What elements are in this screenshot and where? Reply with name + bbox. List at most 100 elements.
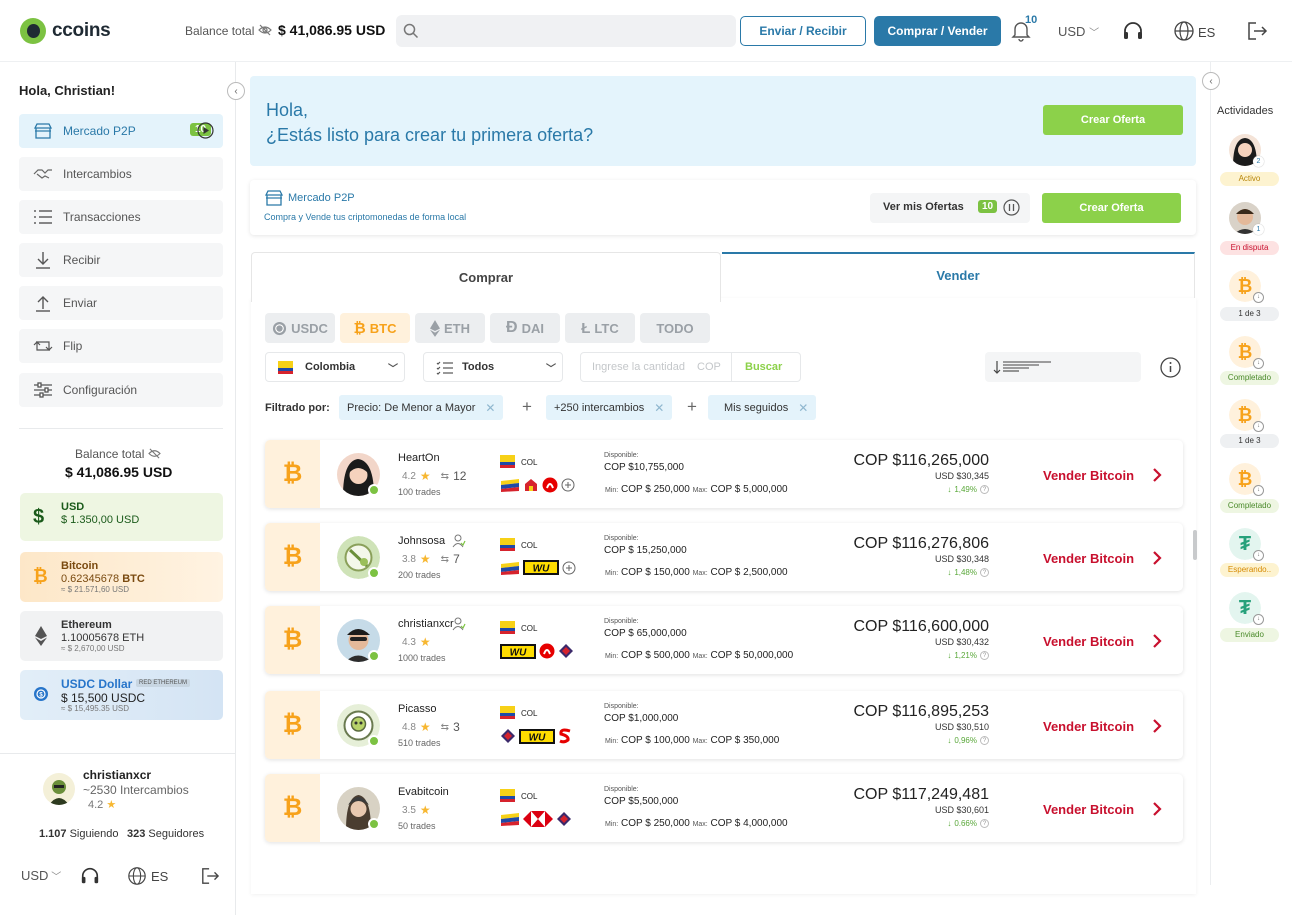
- rail-collapse-button[interactable]: ‹: [1202, 72, 1220, 90]
- search-input[interactable]: [396, 15, 736, 47]
- offer-row[interactable]: ₿ Picasso 4.8 ★ ⇆ 3 510 trades COL WU Dispo…: [265, 691, 1183, 759]
- globe-icon[interactable]: [1173, 20, 1195, 42]
- filtered-by-label: Filtrado por:: [265, 402, 330, 414]
- sidebar-item-settings[interactable]: Configuración: [19, 373, 223, 407]
- headset-icon[interactable]: [1122, 20, 1144, 42]
- plus-circle-icon[interactable]: [562, 561, 576, 575]
- wallet-usd[interactable]: $ USD $ 1.350,00 USD: [20, 493, 223, 541]
- sidebar-item-transactions[interactable]: Transacciones: [19, 200, 223, 234]
- sort-select[interactable]: [985, 352, 1141, 382]
- close-icon[interactable]: ✕: [798, 401, 808, 415]
- avatar[interactable]: [43, 773, 75, 805]
- close-icon[interactable]: ✕: [485, 401, 495, 415]
- filter-chip-following[interactable]: Mis seguidos ✕: [708, 395, 817, 420]
- chevron-right-icon[interactable]: [1151, 550, 1163, 566]
- close-icon[interactable]: ✕: [654, 401, 664, 415]
- sell-bitcoin-button[interactable]: Vender Bitcoin: [1043, 551, 1134, 566]
- activity-status[interactable]: Completado: [1220, 499, 1279, 513]
- offer-user-name[interactable]: HeartOn: [398, 452, 440, 464]
- headset-icon[interactable]: [80, 866, 100, 886]
- chevron-right-icon[interactable]: [1151, 467, 1163, 483]
- coin-tab-all[interactable]: TODO: [640, 313, 710, 343]
- user-name[interactable]: christianxcr: [83, 768, 151, 782]
- offer-row[interactable]: ₿ Johnsosa 3.8 ★ ⇆ 7 200 trades COL WU Disp…: [265, 523, 1183, 591]
- scrollbar[interactable]: [1193, 530, 1197, 560]
- country-value: Colombia: [305, 361, 356, 373]
- sidebar-collapse-button[interactable]: ‹: [227, 82, 245, 100]
- my-offers-badge: 10: [978, 200, 998, 213]
- plus-icon[interactable]: +: [522, 397, 532, 417]
- activity-status[interactable]: Esperando..: [1220, 563, 1279, 577]
- play-icon[interactable]: [197, 122, 214, 139]
- coin-tab-eth[interactable]: ETH: [415, 313, 485, 343]
- logout-icon[interactable]: [200, 867, 220, 885]
- logout-icon[interactable]: [1246, 21, 1268, 41]
- offer-user-name[interactable]: Picasso: [398, 703, 437, 715]
- plus-icon[interactable]: +: [687, 397, 697, 417]
- sell-bitcoin-button[interactable]: Vender Bitcoin: [1043, 468, 1134, 483]
- eye-off-icon[interactable]: [148, 448, 161, 459]
- language-label[interactable]: ES: [151, 869, 168, 884]
- plus-circle-icon[interactable]: [561, 478, 575, 492]
- wallet-usdc[interactable]: $ USDC Dollar RED ETHEREUM $ 15,500 USDC…: [20, 670, 223, 720]
- chevron-right-icon[interactable]: [1151, 801, 1163, 817]
- following-label[interactable]: Siguiendo: [70, 828, 119, 840]
- chevron-right-icon[interactable]: [1151, 718, 1163, 734]
- globe-icon[interactable]: [127, 866, 147, 886]
- help-icon[interactable]: ?: [980, 568, 989, 577]
- language-label[interactable]: ES: [1198, 25, 1215, 40]
- offer-available: COP $5,500,000: [604, 796, 679, 807]
- currency-selector[interactable]: USD ﹀: [21, 868, 61, 883]
- sidebar-item-p2p-market[interactable]: Mercado P2P 10: [19, 114, 223, 148]
- tab-sell[interactable]: Vender: [722, 252, 1195, 298]
- offer-user-name[interactable]: christianxcr: [398, 618, 454, 630]
- activity-status[interactable]: 1 de 3: [1220, 307, 1279, 321]
- coin-tab-btc[interactable]: ₿ BTC: [340, 313, 410, 343]
- help-icon[interactable]: ?: [980, 819, 989, 828]
- sell-bitcoin-button[interactable]: Vender Bitcoin: [1043, 634, 1134, 649]
- help-icon[interactable]: ?: [980, 485, 989, 494]
- buy-sell-button[interactable]: Comprar / Vender: [874, 16, 1001, 46]
- activity-status[interactable]: Enviado: [1220, 628, 1279, 642]
- chevron-down-icon: ﹀: [1089, 28, 1100, 39]
- offer-row[interactable]: ₿ Evabitcoin 3.5 ★ 50 trades COL Disponib…: [265, 774, 1183, 842]
- info-icon[interactable]: [1160, 357, 1181, 378]
- currency-selector[interactable]: USD ﹀: [1058, 24, 1099, 39]
- sidebar-item-exchanges[interactable]: Intercambios: [19, 157, 223, 191]
- eye-off-icon[interactable]: [258, 24, 272, 36]
- offer-row[interactable]: ₿ HeartOn 4.2 ★ ⇆ 12 100 trades COL Disponi…: [265, 440, 1183, 508]
- sell-bitcoin-button[interactable]: Vender Bitcoin: [1043, 719, 1134, 734]
- chevron-right-icon[interactable]: [1151, 633, 1163, 649]
- activity-status[interactable]: 1 de 3: [1220, 434, 1279, 448]
- sidebar-item-flip[interactable]: Flip: [19, 329, 223, 363]
- help-icon[interactable]: ?: [980, 736, 989, 745]
- sidebar-item-receive[interactable]: Recibir: [19, 243, 223, 277]
- search-button[interactable]: Buscar: [745, 361, 782, 373]
- help-icon[interactable]: ?: [980, 651, 989, 660]
- sell-bitcoin-button[interactable]: Vender Bitcoin: [1043, 802, 1134, 817]
- activity-status[interactable]: En disputa: [1220, 241, 1279, 255]
- coin-tab-usdc[interactable]: USDC: [265, 313, 335, 343]
- coin-tab-dai[interactable]: Ð DAI: [490, 313, 560, 343]
- filter-chip-exchanges[interactable]: +250 intercambios ✕: [546, 395, 673, 420]
- activity-status[interactable]: Activo: [1220, 172, 1279, 186]
- pause-icon[interactable]: [1003, 199, 1020, 216]
- online-indicator: [368, 567, 380, 579]
- sidebar-item-send[interactable]: Enviar: [19, 286, 223, 320]
- tab-buy[interactable]: Comprar: [251, 252, 721, 302]
- country-select[interactable]: Colombia ﹀: [265, 352, 405, 382]
- send-receive-button[interactable]: Enviar / Recibir: [740, 16, 866, 46]
- filter-chip-price[interactable]: Precio: De Menor a Mayor ✕: [339, 395, 504, 420]
- offer-user-name[interactable]: Johnsosa: [398, 535, 445, 547]
- logo[interactable]: ccoins: [20, 18, 111, 44]
- followers-label[interactable]: Seguidores: [148, 828, 204, 840]
- offer-row[interactable]: ₿ christianxcr 4.3 ★ 1000 trades COL WU D…: [265, 606, 1183, 674]
- wallet-bitcoin[interactable]: ₿ Bitcoin 0.62345678 BTC ≈ $ 21.571,60 U…: [20, 552, 223, 602]
- create-offer-button-secondary[interactable]: Crear Oferta: [1042, 193, 1181, 223]
- create-offer-button[interactable]: Crear Oferta: [1043, 105, 1183, 135]
- wallet-ethereum[interactable]: Ethereum 1.10005678 ETH ≈ $ 2,670,00 USD: [20, 611, 223, 661]
- coin-tab-ltc[interactable]: Ł LTC: [565, 313, 635, 343]
- activity-status[interactable]: Completado: [1220, 371, 1279, 385]
- offer-user-name[interactable]: Evabitcoin: [398, 786, 449, 798]
- payment-method-select[interactable]: Todos ﹀: [423, 352, 563, 382]
